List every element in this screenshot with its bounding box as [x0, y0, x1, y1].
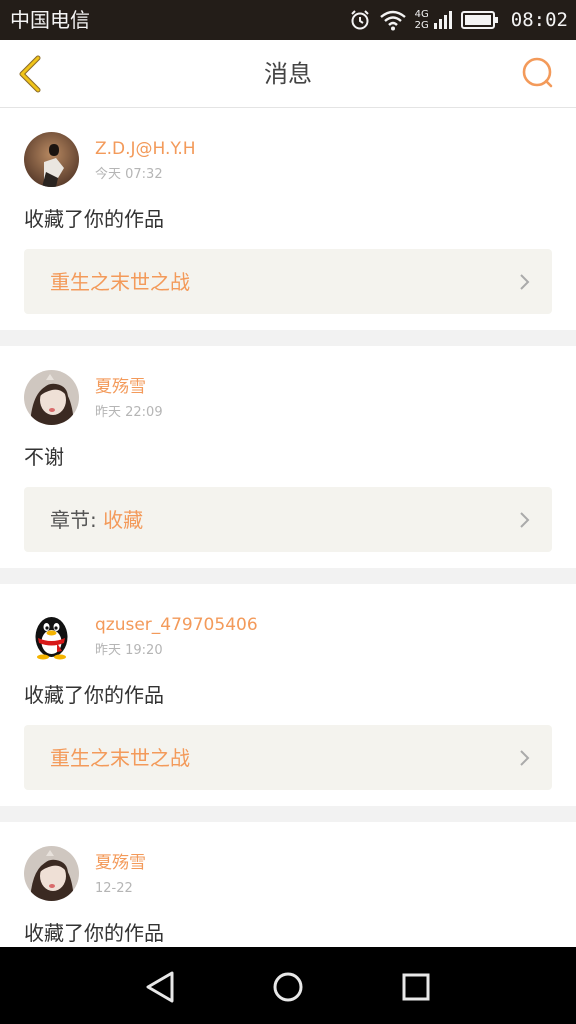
work-title: 重生之末世之战 [50, 269, 190, 295]
home-circle-icon[interactable] [266, 965, 310, 1009]
avatar-photo-person [24, 132, 79, 187]
message-card: 夏殇雪 12-22 收藏了你的作品 [0, 822, 576, 947]
signal-icon [433, 11, 452, 29]
chevron-right-icon [520, 512, 530, 528]
status-icons: 4G 2G 08:02 [349, 6, 568, 34]
message-text: 收藏了你的作品 [24, 683, 164, 707]
message-time: 今天 07:32 [95, 167, 163, 182]
username[interactable]: qzuser_479705406 [95, 614, 258, 636]
network-type-top: 4G [414, 9, 429, 20]
message-time: 昨天 19:20 [95, 643, 163, 658]
message-card: qzuser_479705406 昨天 19:20 收藏了你的作品 重生之末世之… [0, 584, 576, 806]
work-link[interactable]: 重生之末世之战 [24, 725, 552, 790]
chevron-right-icon [520, 274, 530, 290]
link-target: 重生之末世之战 [50, 746, 190, 770]
network-type: 4G 2G [415, 9, 429, 31]
chapter-link[interactable]: 章节: 收藏 [24, 487, 552, 552]
link-target: 收藏 [103, 508, 144, 532]
page-title: 消息 [264, 60, 312, 88]
status-bar: 中国电信 4G 2G 08:02 [0, 0, 576, 40]
avatar-qq-penguin [24, 608, 79, 663]
message-time: 12-22 [95, 881, 133, 896]
avatar[interactable] [24, 846, 79, 901]
back-triangle-icon[interactable] [138, 965, 182, 1009]
message-time: 昨天 22:09 [95, 405, 163, 420]
wifi-icon [379, 10, 406, 31]
message-card: 夏殇雪 昨天 22:09 不谢 章节: 收藏 [0, 346, 576, 568]
link-prefix: 章节: [50, 508, 104, 532]
status-time: 08:02 [510, 9, 568, 31]
carrier-name: 中国电信 [10, 8, 90, 32]
work-title: 重生之末世之战 [50, 745, 190, 771]
alarm-icon [350, 10, 369, 30]
message-card: Z.D.J@H.Y.H 今天 07:32 收藏了你的作品 重生之末世之战 [0, 108, 576, 330]
link-target: 重生之末世之战 [50, 270, 190, 294]
chapter-label: 章节: 收藏 [50, 507, 143, 533]
chevron-right-icon [520, 750, 530, 766]
username[interactable]: Z.D.J@H.Y.H [95, 138, 196, 160]
message-list[interactable]: Z.D.J@H.Y.H 今天 07:32 收藏了你的作品 重生之末世之战 夏殇雪… [0, 108, 576, 947]
message-text: 收藏了你的作品 [24, 207, 164, 231]
username[interactable]: 夏殇雪 [95, 852, 146, 874]
header: 消息 [0, 40, 576, 108]
avatar-photo-girl [24, 370, 79, 425]
system-nav-bar [0, 947, 576, 1024]
search-icon[interactable] [518, 54, 558, 94]
avatar[interactable] [24, 608, 79, 663]
message-text: 不谢 [24, 445, 64, 469]
battery-icon [460, 11, 498, 29]
avatar[interactable] [24, 370, 79, 425]
network-type-bottom: 2G [414, 20, 429, 31]
work-link[interactable]: 重生之末世之战 [24, 249, 552, 314]
username[interactable]: 夏殇雪 [95, 376, 146, 398]
recents-square-icon[interactable] [394, 965, 438, 1009]
message-text: 收藏了你的作品 [24, 921, 164, 945]
avatar-photo-girl [24, 846, 79, 901]
avatar[interactable] [24, 132, 79, 187]
